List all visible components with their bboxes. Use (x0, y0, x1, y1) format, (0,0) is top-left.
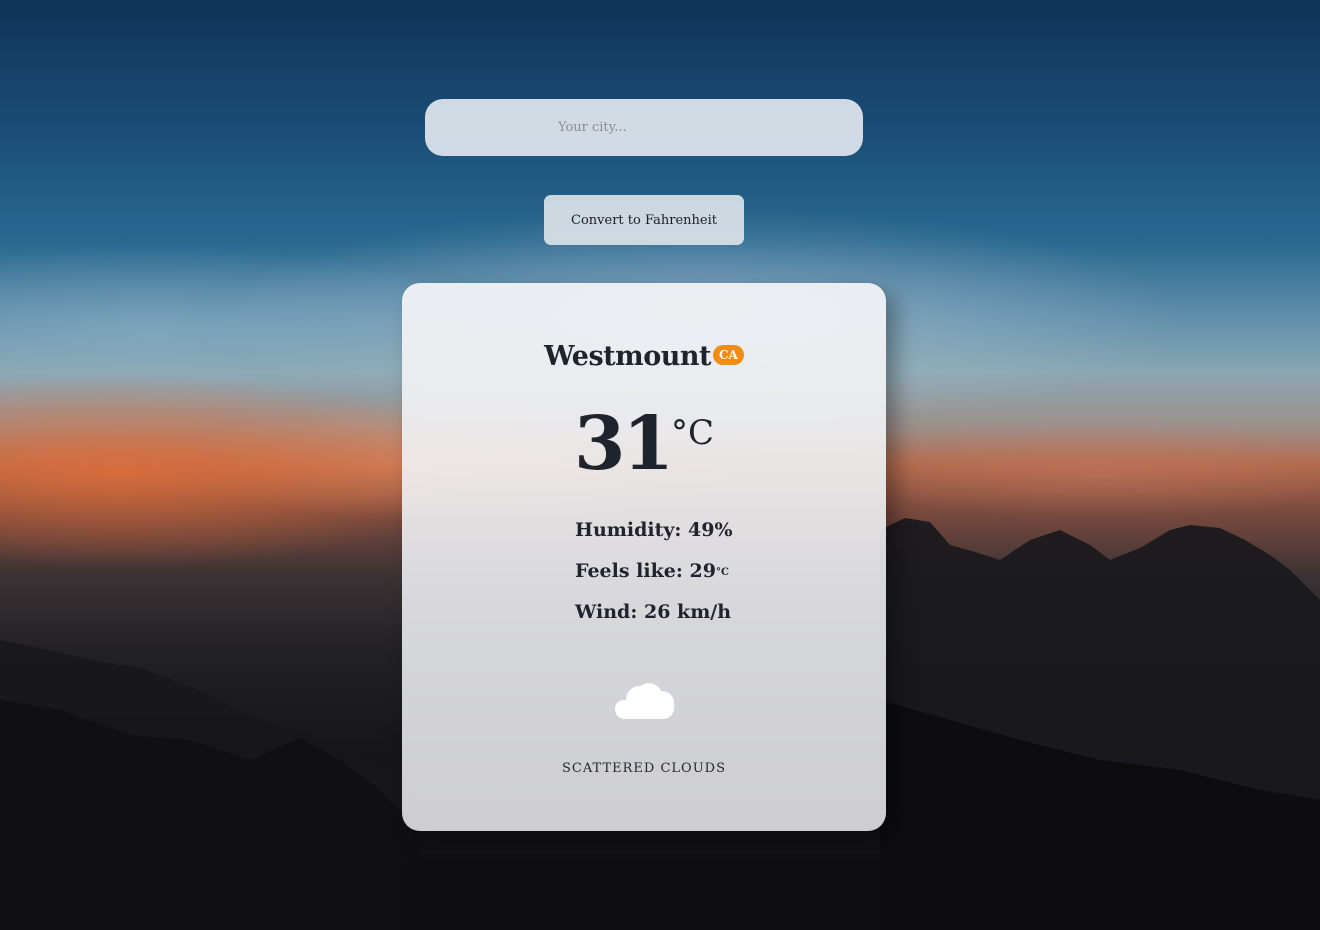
temperature-display: 31°C (402, 407, 886, 481)
location-header: Westmount CA (402, 341, 886, 372)
cloud-icon (615, 683, 675, 719)
temperature-value: 31 (574, 401, 674, 487)
search-bar (425, 99, 863, 156)
feels-like-unit: °C (715, 567, 729, 578)
weather-condition: SCATTERED CLOUDS (562, 761, 726, 776)
feels-like-line: Feels like: 29°C (575, 557, 733, 598)
humidity-value: 49% (688, 519, 733, 541)
feels-like-value: 29 (689, 560, 716, 582)
wind-line: Wind: 26 km/h (575, 598, 733, 639)
humidity-line: Humidity: 49% (575, 516, 733, 557)
country-badge: CA (712, 345, 744, 365)
weather-card: Westmount CA 31°C Humidity: 49% Feels lik… (402, 283, 886, 831)
city-search-input[interactable] (425, 99, 863, 156)
city-name: Westmount (544, 341, 711, 372)
weather-details: Humidity: 49% Feels like: 29°C Wind: 26 … (575, 516, 733, 639)
humidity-label: Humidity: (575, 519, 682, 541)
wind-label: Wind: (575, 601, 638, 623)
convert-to-fahrenheit-button[interactable]: Convert to Fahrenheit (544, 195, 744, 245)
temperature-unit: °C (670, 413, 714, 453)
wind-value: 26 km/h (643, 601, 732, 623)
feels-like-label: Feels like: (575, 560, 683, 582)
